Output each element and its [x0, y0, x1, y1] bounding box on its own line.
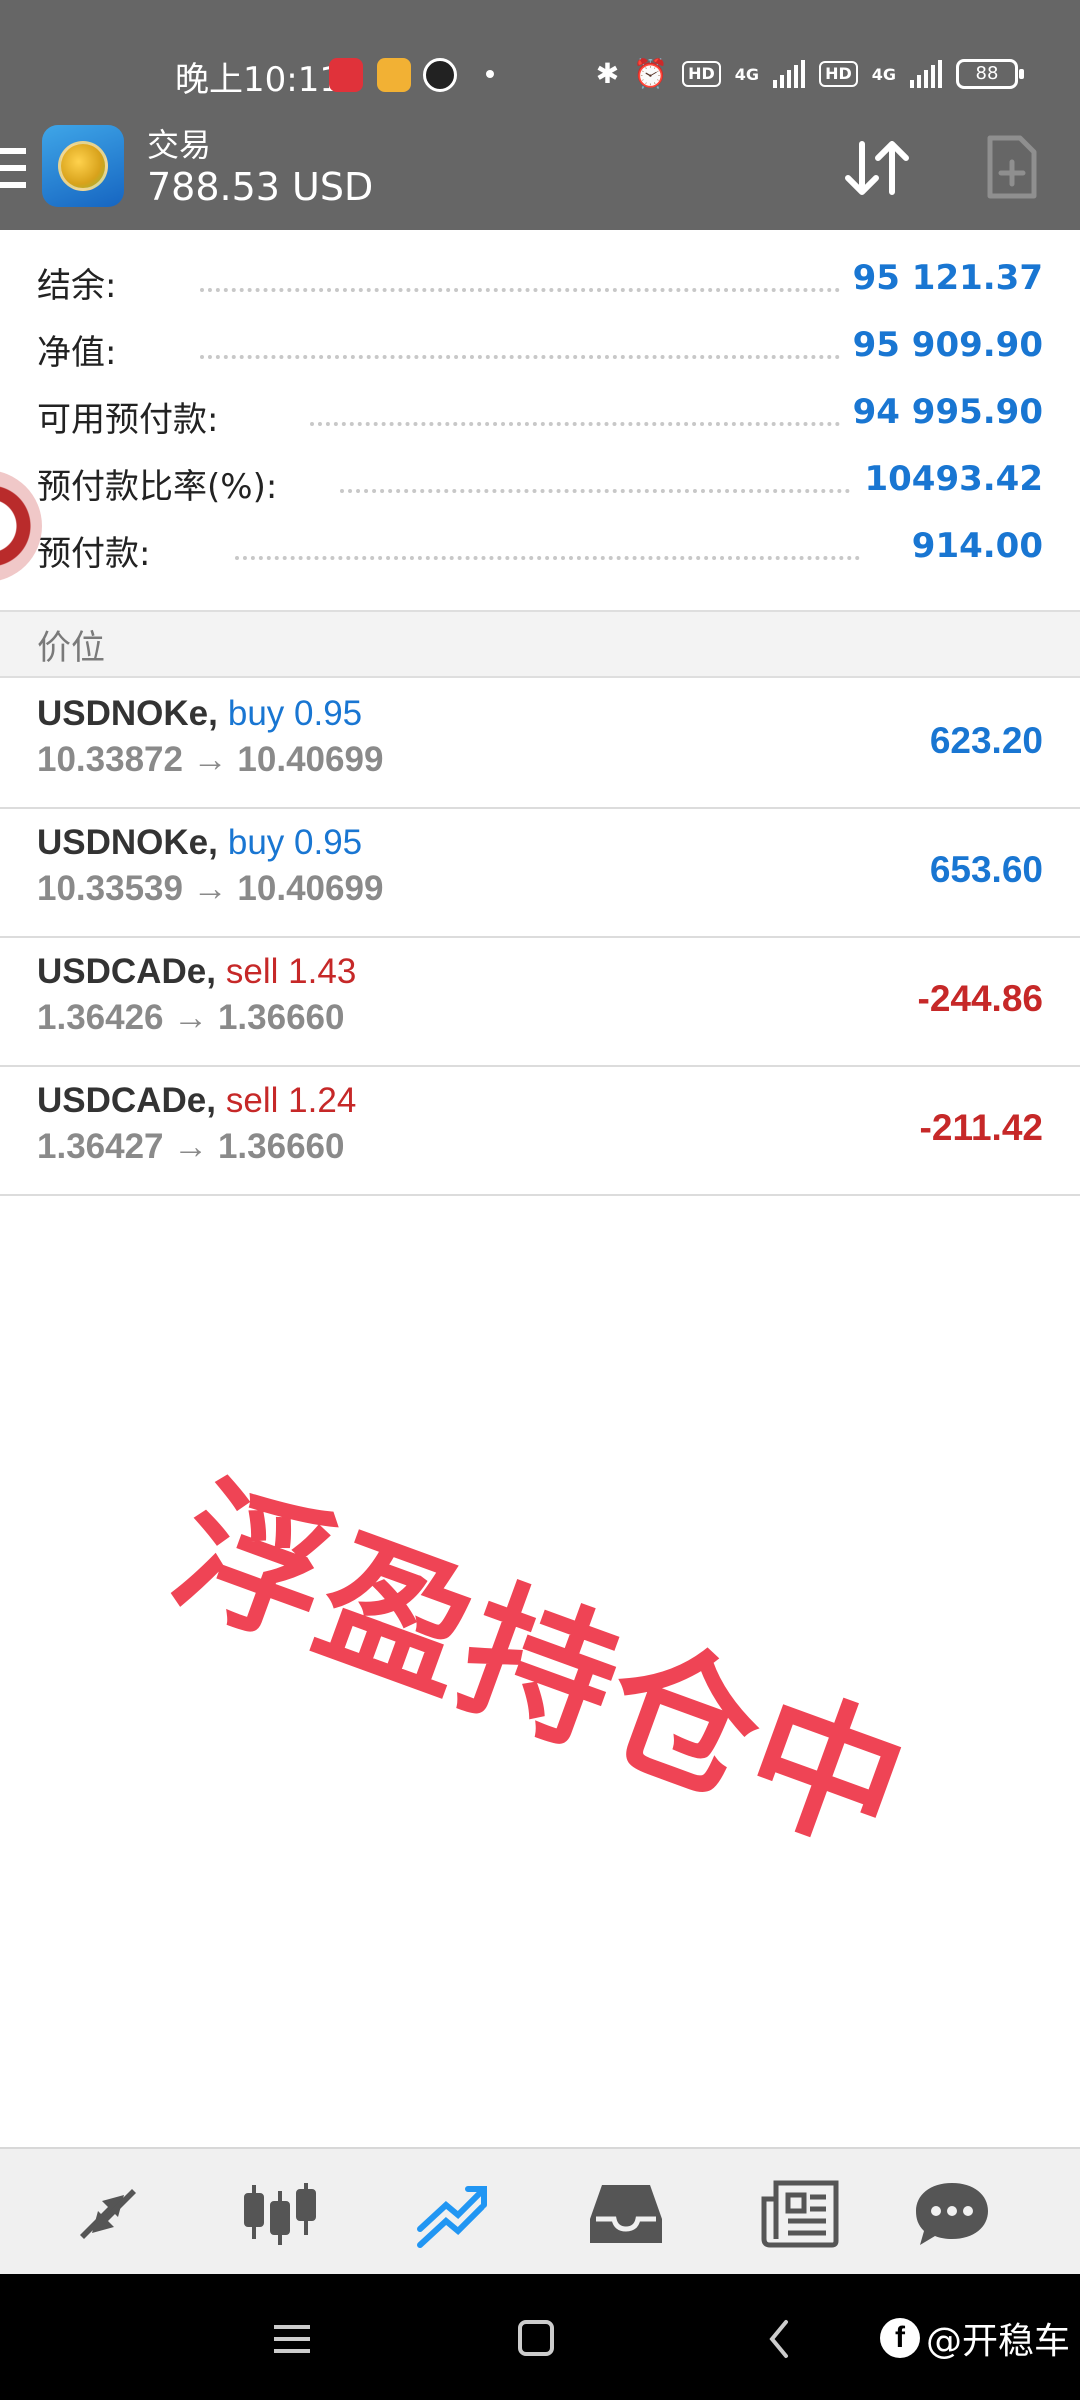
position-prices: 10.33872 → 10.40699 — [37, 740, 384, 779]
nav-charts[interactable] — [240, 2179, 320, 2249]
position-profit: 653.60 — [929, 849, 1043, 890]
network-type-1: 4G — [734, 64, 760, 84]
nav-trade[interactable] — [412, 2179, 492, 2249]
brand-logo-icon: f — [879, 2318, 920, 2358]
position-prices: 1.36427 → 1.36660 — [37, 1127, 345, 1166]
equity-value: 95 909.90 — [852, 325, 1043, 365]
history-inbox-icon — [590, 2185, 662, 2243]
free-margin-label: 可用预付款: — [37, 392, 219, 441]
chart-candles-icon — [244, 2183, 316, 2245]
home-icon[interactable] — [506, 2314, 566, 2364]
margin-row: 预付款: 914.00 — [0, 526, 1080, 586]
section-title: 价位 — [37, 628, 105, 668]
camera-notification-icon — [423, 58, 457, 92]
trade-icon — [417, 2186, 487, 2248]
balance-row: 结余: 95 121.37 — [0, 258, 1080, 318]
system-navigation: f @开稳车 — [0, 2274, 1080, 2400]
notes-notification-icon — [377, 58, 411, 92]
position-side: buy 0.95 — [227, 694, 363, 733]
sort-icon[interactable] — [842, 138, 912, 198]
nav-quotes[interactable] — [68, 2179, 148, 2249]
alarm-icon: ⏰ — [633, 57, 669, 90]
chat-icon — [916, 2183, 988, 2245]
position-row[interactable]: USDNOKe, buy 0.95 10.33872 → 10.40699 623… — [0, 680, 1080, 809]
position-prices: 10.33539 → 10.40699 — [37, 869, 384, 908]
back-icon[interactable] — [750, 2314, 810, 2364]
balance-label: 结余: — [37, 258, 117, 307]
bottom-navigation — [0, 2147, 1080, 2274]
status-time: 晚上10:11 — [175, 60, 341, 100]
network-type-2: 4G — [871, 64, 896, 84]
position-profit: 623.20 — [929, 720, 1043, 761]
balance-value: 95 121.37 — [852, 258, 1043, 298]
position-symbol: USDCADe, — [37, 952, 216, 991]
app-notification-icon — [329, 58, 363, 92]
position-prices: 1.36426 → 1.36660 — [37, 998, 345, 1037]
signal-strength-icon-2 — [910, 60, 942, 88]
nav-chat[interactable] — [912, 2179, 992, 2249]
brand-watermark: f @开稳车 — [879, 2312, 1070, 2364]
menu-icon[interactable] — [0, 148, 26, 188]
position-profit: -211.42 — [919, 1107, 1043, 1148]
hd-badge-2: HD — [819, 61, 858, 87]
signal-strength-icon — [773, 60, 806, 88]
app-header: 交易 788.53 USD — [0, 120, 1080, 230]
position-side: sell 1.43 — [225, 952, 357, 991]
position-symbol: USDNOKe, — [37, 823, 218, 862]
new-order-icon[interactable] — [986, 134, 1038, 200]
position-row[interactable]: USDCADe, sell 1.24 1.36427 → 1.36660 -211… — [0, 1067, 1080, 1196]
section-header: 价位 — [0, 610, 1080, 678]
status-bar: 晚上10:11 ✱ ⏰ HD 4G HD 4G 88 — [0, 0, 1080, 120]
battery-icon: 88 — [956, 59, 1024, 89]
nav-history[interactable] — [586, 2179, 666, 2249]
position-row[interactable]: USDNOKe, buy 0.95 10.33539 → 10.40699 653… — [0, 809, 1080, 938]
nav-news[interactable] — [760, 2179, 840, 2249]
position-row[interactable]: USDCADe, sell 1.43 1.36426 → 1.36660 -244… — [0, 938, 1080, 1067]
margin-level-value: 10493.42 — [864, 459, 1043, 499]
quotes-icon — [80, 2189, 136, 2239]
hd-badge-1: HD — [682, 61, 721, 87]
equity-row: 净值: 95 909.90 — [0, 325, 1080, 385]
margin-value: 914.00 — [911, 526, 1043, 566]
margin-level-label: 预付款比率(%): — [37, 459, 278, 508]
page-title: 交易 — [147, 126, 212, 164]
bluetooth-icon: ✱ — [595, 57, 620, 90]
position-side: sell 1.24 — [225, 1081, 357, 1120]
margin-label: 预付款: — [37, 526, 151, 575]
position-profit: -244.86 — [917, 978, 1044, 1019]
brand-name: @开稳车 — [925, 2321, 1070, 2362]
floating-profit: 788.53 USD — [147, 165, 374, 209]
app-logo — [42, 125, 124, 207]
position-symbol: USDCADe, — [37, 1081, 216, 1120]
more-notifications-dot — [486, 70, 494, 78]
equity-label: 净值: — [37, 325, 117, 374]
free-margin-value: 94 995.90 — [852, 392, 1043, 432]
watermark-text: 浮盈持仓中 — [153, 1457, 928, 1882]
news-icon — [761, 2180, 839, 2248]
position-side: buy 0.95 — [227, 823, 363, 862]
free-margin-row: 可用预付款: 94 995.90 — [0, 392, 1080, 452]
margin-level-row: 预付款比率(%): 10493.42 — [0, 459, 1080, 519]
recent-apps-icon[interactable] — [262, 2314, 322, 2364]
position-symbol: USDNOKe, — [37, 694, 218, 733]
